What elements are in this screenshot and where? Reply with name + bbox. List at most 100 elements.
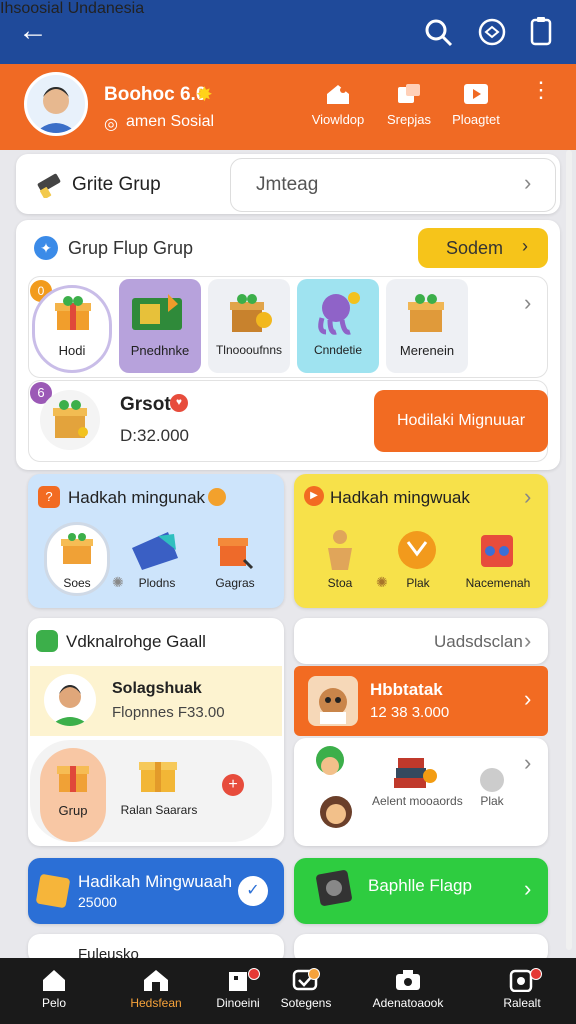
play-icon: ▶ [304, 486, 324, 506]
weekly-item-label: Plak [406, 576, 430, 590]
sun-icon: ✸ [196, 84, 213, 106]
avatar[interactable] [24, 72, 88, 136]
group-tile-label: Tlnoooufnns [215, 343, 283, 357]
gift-action-label: Hodilaki Mignuuar [396, 412, 526, 429]
clipboard-icon[interactable] [528, 15, 554, 47]
money-gift-icon [132, 294, 182, 330]
leader-value: Flopnnes F33.00 [112, 704, 225, 721]
profile-subtitle: amen Sosial [126, 113, 215, 130]
weekly-item-label: Nacemenah [465, 576, 531, 590]
promo-green-title: Baphlle Flagp [368, 876, 472, 895]
profile-tab-home[interactable]: Viowldop [306, 82, 370, 127]
question-icon: ? [38, 486, 60, 508]
cartoon-characters-icon [316, 746, 352, 828]
coin-icon [208, 488, 226, 506]
gift-box-icon [55, 296, 91, 330]
dice-icon [481, 535, 513, 567]
building-icon [229, 972, 247, 991]
camera-icon [396, 970, 420, 990]
hot-title: Hbbtatak [370, 680, 443, 699]
chevron-right-icon[interactable]: › [524, 628, 531, 654]
promo-blue-title: Hadikah Mingwuaah [78, 872, 233, 891]
gift-box-icon [408, 294, 444, 332]
gift-box-icon [218, 538, 254, 570]
more-vertical-icon[interactable]: ⋮ [530, 79, 552, 101]
group-tile-label: Pnedhnke [130, 343, 190, 358]
pencil-icon [37, 173, 61, 198]
chevron-right-icon[interactable]: › [524, 876, 531, 902]
gift-item-label: Plak [480, 794, 504, 808]
chevron-right-icon[interactable]: › [524, 686, 531, 712]
sparkle-icon: ✺ [376, 574, 388, 590]
sparkle-icon: ✦ [34, 236, 58, 260]
group-section-title: Grup Flup Grup [68, 238, 194, 258]
nav-item-sotegens[interactable]: Sotegens [258, 968, 354, 1010]
group-tile-label: Cnndetie [313, 343, 363, 357]
scrollbar[interactable] [566, 150, 572, 950]
gift-small-icon [36, 630, 58, 652]
promo-blue-value: 25000 [78, 894, 117, 910]
gift-box-icon [57, 766, 89, 792]
gift-name: Grsot [120, 394, 171, 415]
nav-item-home[interactable]: Pelo [6, 968, 102, 1010]
nav-item-ralealt[interactable]: Ralealt [474, 968, 570, 1010]
weekly-item-label: Plodns [138, 576, 176, 590]
chevron-right-icon[interactable]: › [524, 484, 531, 510]
vote-right-label: Uadsdsclan [434, 632, 523, 651]
profile-tab-video[interactable]: Ploagtet [444, 82, 508, 127]
back-arrow-icon[interactable]: ← [18, 14, 48, 48]
weekly-item-label: Gagras [215, 576, 255, 590]
pet-icon [308, 676, 358, 726]
gift-box-icon [61, 533, 93, 564]
at-icon: ◎ [104, 116, 118, 133]
camera-box-icon [316, 870, 352, 906]
group-tile-label: Merenein [399, 343, 455, 358]
gift-item-label: Aelent mooaords [372, 794, 463, 808]
nav-item-adenatoaook[interactable]: Adenatoaook [360, 968, 456, 1010]
chevron-right-icon[interactable]: › [524, 290, 531, 316]
hot-value: 12 38 3.000 [370, 704, 450, 721]
photos-icon [398, 84, 420, 103]
weekly-item-label: Stoa [327, 576, 353, 590]
heart-badge-icon: ♥ [170, 394, 188, 412]
search-icon[interactable] [424, 18, 454, 48]
home-gift-icon [327, 85, 349, 104]
gift-box-icon [53, 400, 88, 438]
chevron-right-icon[interactable]: › [524, 170, 531, 196]
vote-title: Vdknalrohge Gaall [66, 632, 206, 651]
video-icon [464, 84, 488, 104]
gift-circle-icon[interactable] [477, 17, 507, 47]
weekly-title: Hadkah mingwuak [330, 488, 470, 507]
gift-box-icon [139, 762, 177, 792]
page-title: Ihsoosial Undanesia [0, 0, 145, 17]
check-circle-icon[interactable]: ✓ [238, 876, 268, 906]
group-tile-label: Hodi [58, 343, 86, 358]
gift-amount: D:32.000 [120, 426, 189, 445]
books-icon [394, 758, 437, 788]
user-placeholder-icon [480, 768, 504, 792]
gift-item-label: Ralan Saarars [120, 803, 198, 817]
create-group-label: Grite Grup [72, 174, 161, 195]
envelope-icon [132, 532, 178, 570]
chevron-right-icon[interactable]: › [524, 750, 531, 776]
notification-badge [530, 968, 542, 980]
home-icon [43, 970, 65, 991]
notification-badge [308, 968, 320, 980]
octopus-icon [318, 292, 360, 335]
gift-box-icon [230, 294, 272, 332]
orange-ball-icon [398, 531, 436, 569]
gift-item-label: Grup [58, 803, 88, 818]
chevron-right-icon: › [522, 236, 528, 256]
group-action-label: Sodem [446, 238, 504, 258]
box-icon [35, 873, 71, 909]
gingerbread-icon [328, 530, 352, 570]
leader-name: Solagshuak [112, 680, 202, 697]
avatar [44, 674, 96, 726]
profile-name: Boohoc 6.0 [104, 84, 207, 105]
add-icon[interactable]: + [222, 774, 244, 796]
group-search-value: Jmteag [256, 174, 319, 195]
profile-tab-photos[interactable]: Srepjas [377, 82, 441, 127]
house-active-icon [144, 970, 168, 991]
weekly-item-label: Soes [63, 576, 91, 590]
weekly-title: Hadkah mingunak [68, 488, 206, 507]
